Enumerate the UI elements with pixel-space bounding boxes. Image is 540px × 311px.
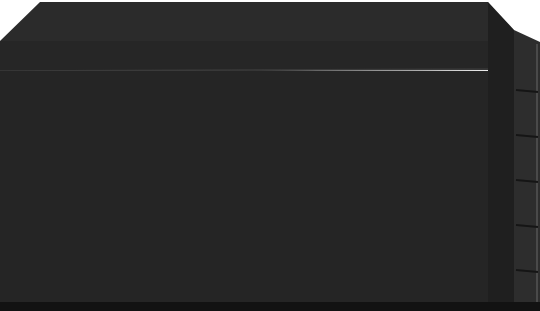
drawer-side-panel: [488, 2, 514, 311]
drawer-lid-edge: [0, 41, 514, 72]
drawer-front-face: [0, 71, 514, 311]
black-drawer-unit-image: [0, 2, 540, 311]
bottom-shadow: [0, 302, 540, 311]
product-photo-scene: [0, 0, 540, 311]
